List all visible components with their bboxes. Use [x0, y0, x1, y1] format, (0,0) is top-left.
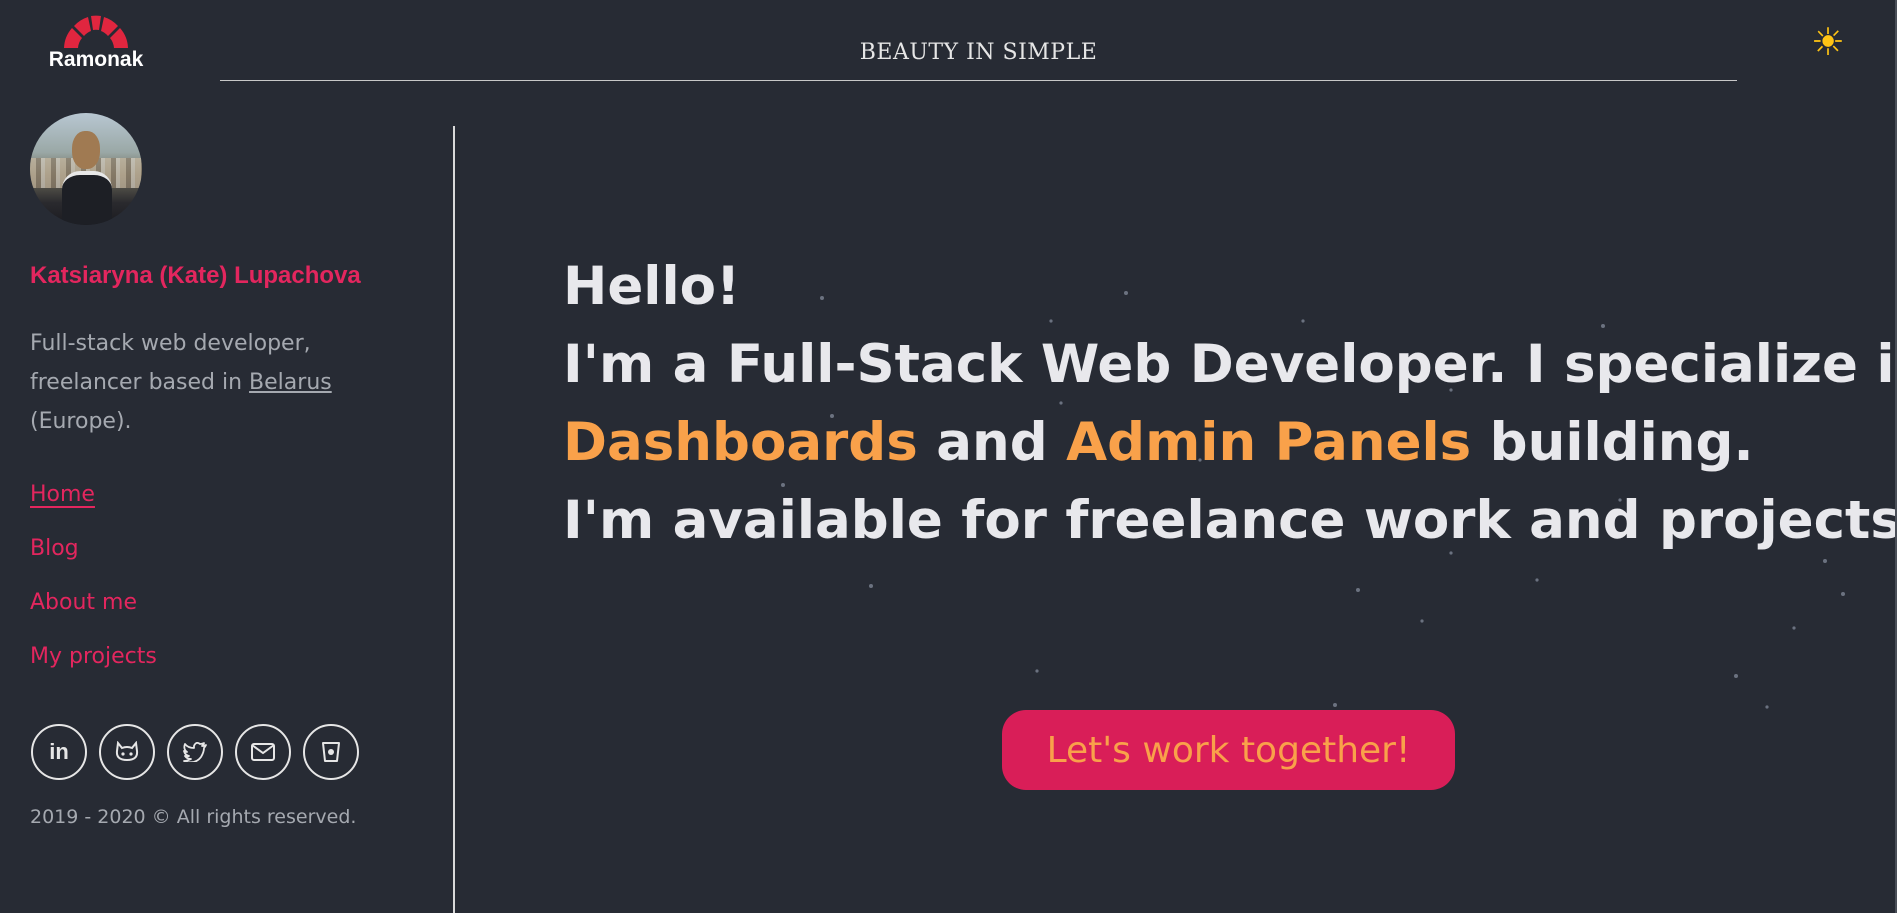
nav-item-home[interactable]: Home [30, 480, 157, 534]
work-together-button[interactable]: Let's work together! [1002, 710, 1455, 790]
avatar [30, 113, 142, 225]
profile-name: Katsiaryna (Kate) Lupachova [30, 262, 361, 289]
hero-greeting: Hello! [563, 256, 741, 317]
nav-item-blog[interactable]: Blog [30, 534, 157, 588]
ramonak-logo[interactable]: Ramonak [40, 14, 152, 74]
logo-mark-icon [64, 15, 128, 48]
accent-admin-panels: Admin Panels [1066, 412, 1472, 473]
page: Ramonak BEAUTY IN SIMPLE ☀ Katsiaryna (K… [0, 0, 1897, 913]
accent-dashboards: Dashboards [563, 412, 918, 473]
belarus-link[interactable]: Belarus [249, 370, 332, 395]
hero-line-specialty: Dashboards and Admin Panels building. [563, 412, 1754, 473]
bio-suffix: (Europe). [30, 409, 132, 434]
sidebar-nav: Home Blog About me My projects [30, 480, 157, 696]
nav-item-about-me[interactable]: About me [30, 588, 157, 642]
hero-line-availability: I'm available for freelance work and pro… [563, 490, 1897, 551]
twitter-icon[interactable] [167, 724, 223, 780]
hero-line-role: I'm a Full-Stack Web Developer. I specia… [563, 334, 1897, 395]
hero-intro: Hello! I'm a Full-Stack Web Developer. I… [563, 248, 1897, 560]
nav-item-my-projects[interactable]: My projects [30, 642, 157, 696]
site-tagline: BEAUTY IN SIMPLE [859, 40, 1098, 65]
sidebar-divider [453, 126, 455, 913]
copyright-text: 2019 - 2020 © All rights reserved. [30, 806, 357, 828]
bucket-icon[interactable] [303, 724, 359, 780]
email-icon[interactable] [235, 724, 291, 780]
sun-icon[interactable]: ☀ [1806, 20, 1850, 64]
github-icon[interactable] [99, 724, 155, 780]
header-divider [220, 80, 1737, 81]
profile-bio: Full-stack web developer, freelancer bas… [30, 324, 390, 441]
logo-text: Ramonak [48, 48, 144, 71]
linkedin-icon[interactable]: in [31, 724, 87, 780]
social-links: in [31, 724, 359, 780]
